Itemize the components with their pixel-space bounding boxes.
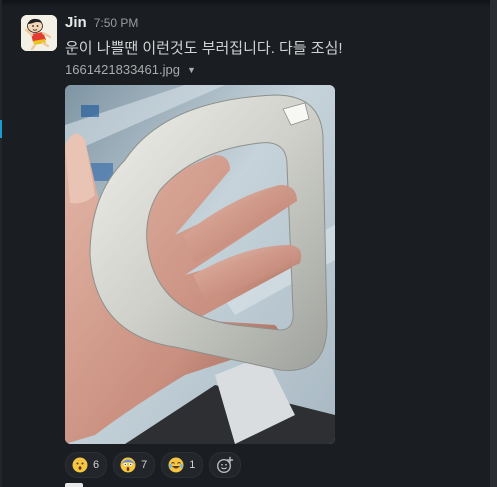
crayon-shin-chan-avatar-icon bbox=[21, 15, 57, 51]
reaction-count: 1 bbox=[189, 459, 196, 471]
message-timestamp[interactable]: 7:50 PM bbox=[94, 16, 139, 30]
scrollbar-track[interactable] bbox=[490, 0, 497, 487]
top-edge-shadow bbox=[0, 0, 497, 7]
message-header: Jin 7:50 PM bbox=[65, 14, 138, 32]
author-name[interactable]: Jin bbox=[65, 14, 87, 31]
hushed-face-icon bbox=[72, 457, 88, 473]
broken-ring-photo bbox=[65, 85, 335, 444]
attachment-image[interactable] bbox=[65, 85, 335, 444]
reaction-bar: 6 7 1 bbox=[65, 452, 242, 478]
reaction-count: 7 bbox=[141, 459, 148, 471]
message-pane: Jin 7:50 PM 운이 나쁠땐 이런것도 부러집니다. 다들 조심! 166… bbox=[0, 0, 497, 487]
next-message-avatar-edge bbox=[65, 483, 83, 487]
reaction-scream[interactable]: 7 bbox=[113, 452, 156, 478]
add-emoji-icon bbox=[217, 456, 234, 474]
attachment-filename-toggle[interactable]: 1661421833461.jpg ▼ bbox=[65, 62, 196, 77]
reaction-joy[interactable]: 1 bbox=[161, 452, 204, 478]
joy-face-icon bbox=[168, 457, 184, 473]
message-text: 운이 나쁠땐 이런것도 부러집니다. 다들 조심! bbox=[65, 40, 343, 57]
screaming-in-fear-face-icon bbox=[120, 457, 136, 473]
reaction-count: 6 bbox=[93, 459, 100, 471]
reaction-hushed[interactable]: 6 bbox=[65, 452, 108, 478]
caret-down-icon: ▼ bbox=[186, 65, 196, 75]
left-border bbox=[0, 0, 2, 487]
attachment-filename: 1661421833461.jpg bbox=[65, 62, 180, 77]
avatar[interactable] bbox=[21, 15, 57, 51]
add-reaction-button[interactable] bbox=[209, 452, 242, 478]
unread-marker bbox=[0, 120, 2, 138]
